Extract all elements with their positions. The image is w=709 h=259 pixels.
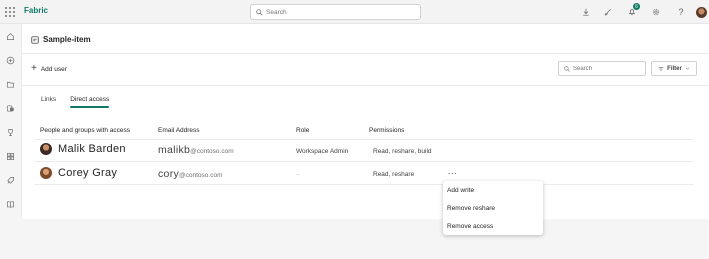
divider xyxy=(22,53,709,54)
search-input[interactable] xyxy=(266,8,416,16)
avatar[interactable] xyxy=(694,5,708,19)
avatar xyxy=(40,167,52,179)
notification-badge: 6 xyxy=(633,3,640,10)
brand-name[interactable]: Fabric xyxy=(24,6,48,15)
menu-item-remove-access[interactable]: Remove access xyxy=(447,223,493,230)
permissions-search[interactable] xyxy=(558,61,646,76)
access-tabs: Links Direct access xyxy=(41,96,110,108)
search-icon xyxy=(256,8,263,16)
role-cell: - xyxy=(297,171,300,178)
context-menu: Add write Remove reshare Remove access xyxy=(443,181,543,235)
person-cell: Corey Gray xyxy=(40,167,117,179)
email-user: malikb xyxy=(158,144,191,156)
waffle-icon[interactable] xyxy=(5,7,15,17)
tab-direct-access[interactable]: Direct access xyxy=(70,96,110,108)
learn-icon[interactable] xyxy=(5,199,15,209)
apps-icon[interactable] xyxy=(5,151,15,161)
onelake-icon[interactable] xyxy=(5,103,15,113)
main-panel: Sample-item + Add user Filter Links Dire… xyxy=(21,24,709,219)
permissions-search-input[interactable] xyxy=(573,65,643,72)
global-search[interactable] xyxy=(250,4,421,20)
filter-button[interactable]: Filter xyxy=(651,61,697,76)
avatar xyxy=(40,143,52,155)
brush-icon[interactable] xyxy=(601,5,615,19)
add-user-button[interactable]: + Add user xyxy=(31,63,67,74)
browse-icon[interactable] xyxy=(5,79,15,89)
page-title-text: Sample-item xyxy=(43,35,91,44)
role-cell: Workspace Admin xyxy=(296,148,349,155)
menu-item-add-write[interactable]: Add write xyxy=(447,187,474,194)
deployment-icon[interactable] xyxy=(5,175,15,185)
person-name: Corey Gray xyxy=(58,167,118,179)
divider xyxy=(34,184,694,185)
divider xyxy=(34,161,694,162)
email-domain: @contoso.com xyxy=(190,148,234,155)
filter-icon xyxy=(658,66,664,71)
item-icon xyxy=(31,35,39,44)
divider xyxy=(34,139,694,140)
more-options-button[interactable]: ... xyxy=(448,167,458,176)
create-icon[interactable] xyxy=(5,55,15,65)
page-title: Sample-item xyxy=(31,35,91,44)
column-header-role: Role xyxy=(296,127,310,134)
search-icon xyxy=(564,65,570,72)
menu-item-remove-reshare[interactable]: Remove reshare xyxy=(447,205,495,212)
chevron-down-icon xyxy=(685,67,690,70)
email-domain: @contoso.com xyxy=(179,172,223,179)
goals-icon[interactable] xyxy=(5,127,15,137)
filter-label: Filter xyxy=(667,65,682,72)
home-icon[interactable] xyxy=(5,31,15,41)
email-cell: malikb @contoso.com xyxy=(158,144,234,156)
email-user: cory xyxy=(158,168,180,180)
email-cell: cory @contoso.com xyxy=(158,168,223,180)
divider xyxy=(22,85,709,86)
help-icon[interactable]: ? xyxy=(674,5,688,19)
gear-icon[interactable] xyxy=(649,5,663,19)
top-bar: Fabric 6 ? xyxy=(0,0,709,24)
tab-links[interactable]: Links xyxy=(41,96,56,108)
column-header-people: People and groups with access xyxy=(40,127,130,134)
add-user-label: Add user xyxy=(40,65,67,73)
download-icon[interactable] xyxy=(579,5,593,19)
left-nav-rail xyxy=(0,24,20,219)
permissions-cell: Read, reshare xyxy=(373,171,415,178)
bell-icon[interactable]: 6 xyxy=(625,3,640,19)
permissions-cell: Read, reshare, build xyxy=(373,148,432,155)
person-name: Malik Barden xyxy=(58,143,126,155)
person-cell: Malik Barden xyxy=(40,143,126,155)
column-header-email: Email Address xyxy=(158,127,200,134)
column-header-permissions: Permissions xyxy=(369,127,405,134)
plus-icon: + xyxy=(31,63,37,74)
